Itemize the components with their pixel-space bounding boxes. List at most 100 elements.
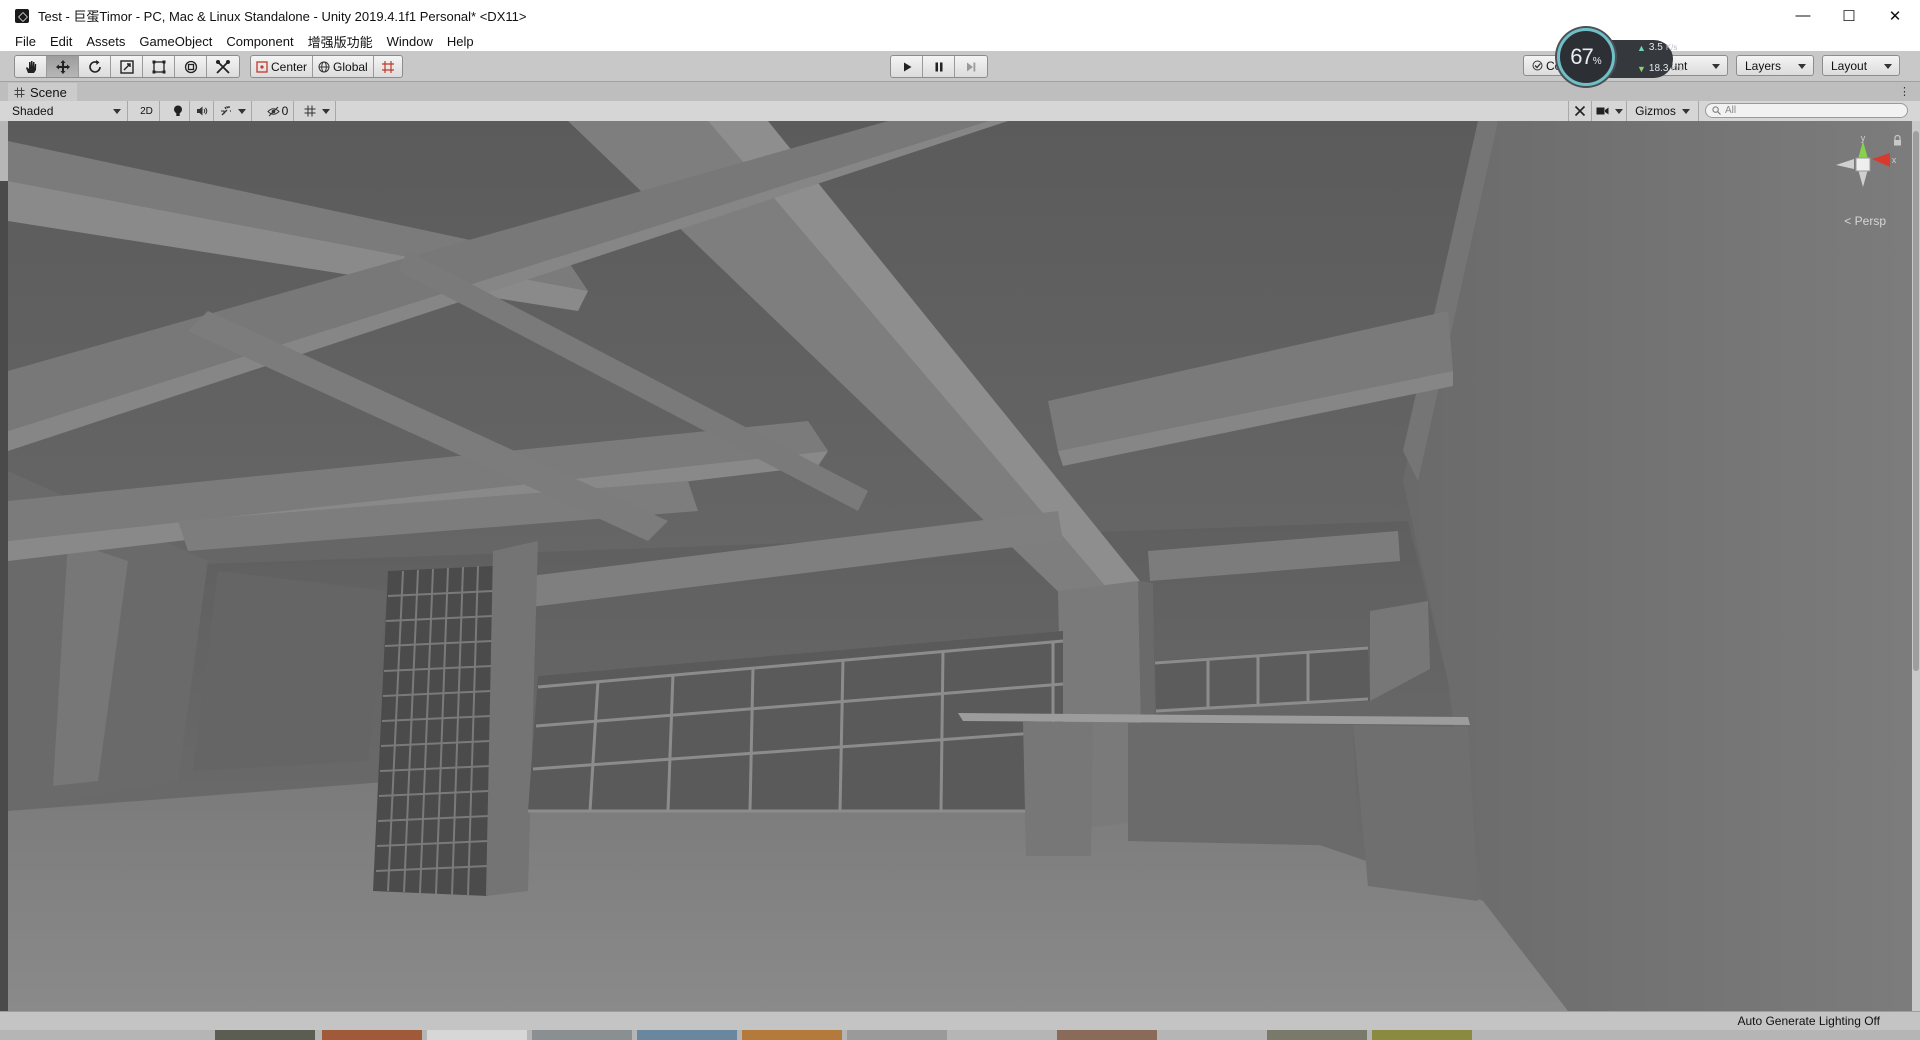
menu-help[interactable]: Help <box>440 34 481 49</box>
asset-thumbnail[interactable] <box>1372 1030 1472 1040</box>
scene-view-toolbar: Shaded 2D 0 Gizmos <box>0 101 1920 122</box>
audio-toggle[interactable] <box>190 101 214 121</box>
tools-icon <box>1574 105 1586 117</box>
menu-file[interactable]: File <box>0 34 43 49</box>
percent-sign: % <box>1592 55 1602 67</box>
scene-search-input[interactable] <box>1725 104 1895 117</box>
step-button[interactable] <box>955 56 987 77</box>
scale-tool-button[interactable] <box>111 56 143 77</box>
layers-dropdown[interactable]: Layers <box>1736 55 1814 76</box>
status-bar: Auto Generate Lighting Off <box>0 1011 1920 1031</box>
eye-hidden-icon <box>266 106 280 116</box>
close-button[interactable]: ✕ <box>1872 0 1918 31</box>
menu-assets[interactable]: Assets <box>79 34 132 49</box>
hand-tool-button[interactable] <box>15 56 47 77</box>
custom-tool-icon <box>216 59 230 74</box>
move-tool-button[interactable] <box>47 56 79 77</box>
lightbulb-icon <box>173 105 182 116</box>
asset-thumbnail[interactable] <box>427 1030 527 1040</box>
camera-icon <box>1596 107 1608 115</box>
tab-scene[interactable]: Scene <box>8 83 77 101</box>
status-text[interactable]: Auto Generate Lighting Off <box>1737 1014 1880 1028</box>
toggle-2d-button[interactable]: 2D <box>134 101 160 121</box>
rotate-tool-button[interactable] <box>79 56 111 77</box>
window-title: Test - 巨蛋Timor - PC, Mac & Linux Standal… <box>38 9 527 24</box>
unity-logo-icon <box>15 8 29 23</box>
tab-scene-label: Scene <box>30 84 67 100</box>
camera-settings-dropdown[interactable] <box>1592 101 1627 121</box>
menu-gameobject[interactable]: GameObject <box>132 34 219 49</box>
asset-thumbnail[interactable] <box>1267 1030 1367 1040</box>
grid-visibility-dropdown[interactable] <box>298 101 336 121</box>
scene-viewport[interactable]: y x < Persp <box>8 121 1912 1011</box>
pause-icon <box>935 62 942 71</box>
grid-snap-icon <box>381 60 394 73</box>
custom-tool-button[interactable] <box>207 56 239 77</box>
pivot-center-label: Center <box>271 59 308 74</box>
orientation-gizmo[interactable]: y x <box>1828 133 1898 223</box>
asset-thumbnail-strip <box>0 1030 1920 1040</box>
effects-dropdown[interactable] <box>214 101 252 121</box>
draw-mode-label: Shaded <box>12 104 54 118</box>
menu-component[interactable]: Component <box>219 34 300 49</box>
transform-tool-button[interactable] <box>175 56 207 77</box>
minimize-button[interactable]: — <box>1780 0 1826 31</box>
asset-thumbnail[interactable] <box>742 1030 842 1040</box>
snap-grid-button[interactable] <box>374 56 402 77</box>
title-bar: Test - 巨蛋Timor - PC, Mac & Linux Standal… <box>0 0 1920 31</box>
chevron-down-icon <box>1681 108 1690 114</box>
asset-thumbnail[interactable] <box>1057 1030 1157 1040</box>
menu-edit[interactable]: Edit <box>43 34 79 49</box>
transform-tool-icon <box>184 60 197 73</box>
maximize-button[interactable]: ☐ <box>1826 0 1872 31</box>
scene-search-box[interactable] <box>1705 103 1908 118</box>
scene-tools-button[interactable] <box>1568 101 1592 121</box>
play-icon <box>903 62 911 71</box>
gizmo-center-cube[interactable] <box>1855 157 1871 172</box>
asset-thumbnail[interactable] <box>322 1030 422 1040</box>
memory-usage-percent: 67 <box>1570 44 1594 69</box>
gizmo-y-label: y <box>1861 133 1866 143</box>
chevron-down-icon <box>237 108 246 114</box>
lock-icon[interactable] <box>1893 135 1902 146</box>
gizmo-y-axis[interactable] <box>1858 141 1868 159</box>
asset-thumbnail[interactable] <box>215 1030 315 1040</box>
right-scrollbar[interactable] <box>1912 121 1920 1040</box>
pause-button[interactable] <box>923 56 955 77</box>
arrow-down-icon: ▼ <box>1637 63 1646 74</box>
hidden-objects-count: 0 <box>281 104 289 118</box>
hidden-objects-toggle[interactable]: 0 <box>262 101 294 121</box>
draw-mode-dropdown[interactable]: Shaded <box>0 101 128 121</box>
projection-toggle[interactable]: < Persp <box>1844 214 1886 228</box>
transform-tools <box>14 55 240 78</box>
grid-icon <box>304 105 315 117</box>
gizmo-neg-x-axis[interactable] <box>1836 159 1854 169</box>
pivot-center-toggle[interactable]: Center <box>251 56 314 77</box>
gizmos-label: Gizmos <box>1635 104 1676 118</box>
gizmo-x-label: x <box>1892 155 1897 165</box>
gizmo-neg-y-axis[interactable] <box>1858 169 1868 187</box>
menu-enhanced-features[interactable]: 增强版功能 <box>301 32 380 51</box>
space-global-toggle[interactable]: Global <box>313 56 374 77</box>
speaker-icon <box>196 106 207 116</box>
more-vertical-icon[interactable]: ⋮ <box>1899 85 1910 98</box>
chevron-down-icon <box>1712 64 1720 69</box>
asset-thumbnail[interactable] <box>637 1030 737 1040</box>
performance-monitor-widget[interactable]: ▲ 3.5 K/s ▼ 18.3 K/s 67 % <box>1557 28 1683 92</box>
memory-usage-ring: 67 % <box>1557 28 1615 86</box>
download-speed-unit: K/s <box>1671 64 1683 73</box>
layout-label: Layout <box>1831 58 1868 73</box>
asset-thumbnail[interactable] <box>532 1030 632 1040</box>
menu-window[interactable]: Window <box>380 34 440 49</box>
play-button[interactable] <box>891 56 923 77</box>
lighting-toggle[interactable] <box>166 101 190 121</box>
gizmo-x-axis[interactable] <box>1872 153 1890 167</box>
gizmos-dropdown[interactable]: Gizmos <box>1627 101 1699 121</box>
chevron-down-icon <box>1614 108 1623 114</box>
layout-dropdown[interactable]: Layout <box>1822 55 1900 76</box>
chevron-down-icon <box>1798 64 1806 69</box>
asset-thumbnail[interactable] <box>847 1030 947 1040</box>
rect-tool-button[interactable] <box>143 56 175 77</box>
left-panel-edge <box>0 121 8 1011</box>
scrollbar-thumb[interactable] <box>1913 131 1919 671</box>
